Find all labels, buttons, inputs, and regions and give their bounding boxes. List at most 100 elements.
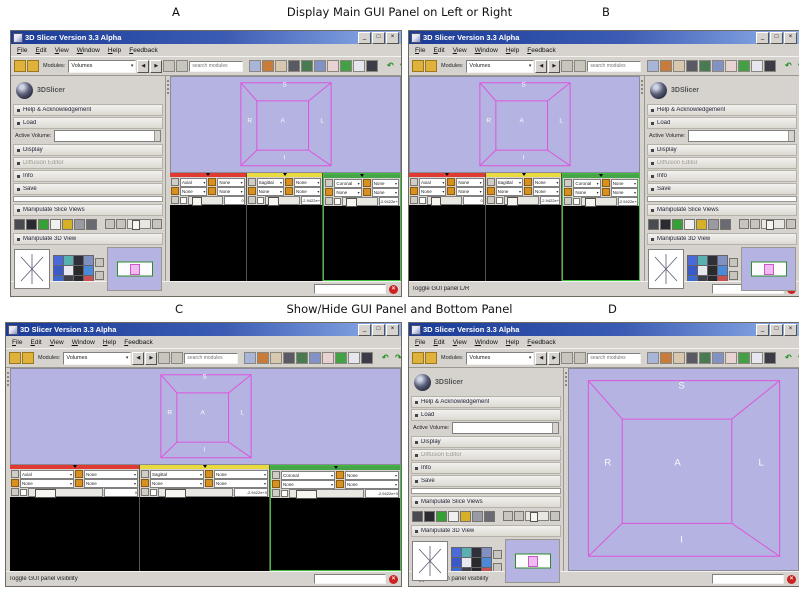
window-titlebar[interactable]: 3D Slicer Version 3.3 Alpha _ □ × bbox=[6, 323, 401, 336]
slice-offset-value[interactable]: 0 bbox=[224, 196, 244, 205]
menu-help[interactable]: Help bbox=[104, 47, 125, 54]
slice-offset-value[interactable]: -2.9422e+0 bbox=[379, 197, 399, 206]
section-help-acknowledgement[interactable]: Help & Acknowledgement bbox=[13, 104, 163, 116]
3d-view[interactable]: S R A L I bbox=[568, 368, 799, 571]
minimize-button[interactable]: _ bbox=[756, 32, 769, 44]
slice-labels-icon[interactable] bbox=[460, 511, 471, 522]
label-dropdown[interactable]: None▾ bbox=[419, 187, 446, 196]
label-layer-icon[interactable] bbox=[272, 480, 280, 488]
menu-help[interactable]: Help bbox=[502, 339, 523, 346]
colors-module-icon[interactable] bbox=[738, 352, 750, 364]
redo-icon[interactable]: ↷ bbox=[795, 352, 799, 364]
module-back-button[interactable]: ◀ bbox=[132, 352, 144, 365]
maximize-button[interactable]: □ bbox=[372, 324, 385, 336]
link-slices-icon[interactable] bbox=[171, 196, 179, 204]
slider-thumb[interactable] bbox=[132, 220, 140, 230]
crosshair-icon[interactable] bbox=[38, 219, 49, 230]
section-manipulate-3d-view[interactable]: Manipulate 3D View bbox=[647, 233, 797, 245]
layout-select-icon[interactable] bbox=[574, 352, 586, 364]
slice-offset-slider[interactable] bbox=[28, 488, 103, 497]
slice-menu-icon[interactable] bbox=[141, 470, 149, 478]
foreground-dropdown[interactable]: None▾ bbox=[217, 178, 244, 187]
search-modules-icon[interactable] bbox=[249, 60, 261, 72]
3d-view[interactable]: S R A L I bbox=[170, 76, 401, 173]
section-display[interactable]: Display bbox=[647, 144, 797, 156]
module-next-button[interactable]: ▶ bbox=[150, 60, 162, 73]
background-layer-icon[interactable] bbox=[205, 479, 213, 487]
foreground-layer-icon[interactable] bbox=[285, 178, 293, 186]
menu-edit[interactable]: Edit bbox=[430, 47, 449, 54]
menu-feedback[interactable]: Feedback bbox=[120, 339, 157, 346]
navigation-preview[interactable] bbox=[505, 539, 560, 583]
menu-window[interactable]: Window bbox=[471, 47, 502, 54]
slice-fade-slider[interactable] bbox=[761, 219, 785, 229]
modules-dropdown[interactable]: Volumes ▾ bbox=[466, 352, 534, 365]
layout-select-icon[interactable] bbox=[171, 352, 183, 364]
slice-compositing-icon[interactable] bbox=[86, 219, 97, 230]
modules-dropdown[interactable]: Volumes ▾ bbox=[466, 60, 534, 73]
slice-color-bar-red[interactable] bbox=[409, 173, 485, 177]
slider-thumb[interactable] bbox=[268, 197, 279, 206]
view-axis-widget[interactable] bbox=[648, 249, 684, 289]
modules-dropdown[interactable]: Volumes ▾ bbox=[68, 60, 136, 73]
slice-render-area-green[interactable] bbox=[563, 206, 639, 280]
section-diffusion-editor[interactable]: Diffusion Editor bbox=[13, 157, 163, 169]
slice-render-area-yellow[interactable] bbox=[140, 497, 269, 571]
foreground-layer-icon[interactable] bbox=[336, 471, 344, 479]
module-back-button[interactable]: ◀ bbox=[137, 60, 149, 73]
orientation-dropdown[interactable]: Coronal▾ bbox=[334, 179, 361, 188]
fiducials-module-icon[interactable] bbox=[725, 60, 737, 72]
label-dropdown[interactable]: None▾ bbox=[334, 188, 361, 197]
slice-compositing-icon[interactable] bbox=[720, 219, 731, 230]
slice-grid-icon[interactable] bbox=[472, 511, 483, 522]
label-layer-icon[interactable] bbox=[248, 187, 256, 195]
section-info[interactable]: Info bbox=[13, 170, 163, 182]
slice-offset-slider[interactable] bbox=[581, 197, 616, 206]
transforms-module-icon[interactable] bbox=[314, 60, 326, 72]
background-layer-icon[interactable] bbox=[524, 187, 532, 195]
slice-visibility-checkbox[interactable] bbox=[573, 198, 580, 205]
menu-file[interactable]: File bbox=[411, 47, 430, 54]
3d-view[interactable]: S R A L I bbox=[409, 76, 640, 173]
redo-icon[interactable]: ↷ bbox=[392, 352, 402, 364]
link-slices-icon[interactable] bbox=[11, 488, 19, 496]
slider-thumb[interactable] bbox=[346, 198, 357, 207]
menu-edit[interactable]: Edit bbox=[27, 339, 46, 346]
fade-icon[interactable] bbox=[739, 219, 749, 229]
transforms-module-icon[interactable] bbox=[309, 352, 321, 364]
slice-render-area-yellow[interactable] bbox=[247, 205, 323, 281]
background-dropdown[interactable]: None▾ bbox=[372, 188, 399, 197]
slice-spaces-icon[interactable] bbox=[50, 219, 61, 230]
section-manipulate-slice-views[interactable]: Manipulate Slice Views bbox=[411, 496, 561, 508]
section-save[interactable]: Save bbox=[647, 183, 797, 195]
section-diffusion-editor[interactable]: Diffusion Editor bbox=[647, 157, 797, 169]
slice-visibility-checkbox[interactable] bbox=[180, 197, 187, 204]
section-manipulate-3d-view[interactable]: Manipulate 3D View bbox=[411, 525, 561, 537]
close-button[interactable]: × bbox=[386, 32, 399, 44]
background-layer-icon[interactable] bbox=[75, 479, 83, 487]
label-dropdown[interactable]: None▾ bbox=[20, 479, 74, 488]
section-load[interactable]: Load bbox=[13, 117, 163, 129]
menu-edit[interactable]: Edit bbox=[430, 339, 449, 346]
section-save[interactable]: Save bbox=[13, 183, 163, 195]
label-dropdown[interactable]: None▾ bbox=[150, 479, 204, 488]
slice-color-bar-green[interactable] bbox=[324, 174, 400, 178]
foreground-dropdown[interactable]: None▾ bbox=[345, 471, 399, 480]
link-slices-icon[interactable] bbox=[248, 196, 256, 204]
slider-thumb[interactable] bbox=[35, 489, 56, 498]
section-help-acknowledgement[interactable]: Help & Acknowledgement bbox=[411, 396, 561, 408]
colors-module-icon[interactable] bbox=[738, 60, 750, 72]
background-layer-icon[interactable] bbox=[602, 188, 610, 196]
save-scene-icon[interactable] bbox=[425, 352, 437, 364]
slice-compositing-icon[interactable] bbox=[484, 511, 495, 522]
view-axis-widget[interactable] bbox=[14, 249, 50, 289]
colors-module-icon[interactable] bbox=[340, 60, 352, 72]
menu-feedback[interactable]: Feedback bbox=[125, 47, 162, 54]
fade-icon[interactable] bbox=[105, 219, 115, 229]
home-module-icon[interactable] bbox=[660, 60, 672, 72]
maximize-button[interactable]: □ bbox=[770, 32, 783, 44]
transforms-module-icon[interactable] bbox=[712, 352, 724, 364]
visibility-toggle-icon[interactable] bbox=[95, 258, 104, 267]
module-search-input[interactable] bbox=[587, 353, 641, 364]
slice-offset-value[interactable]: -2.9422e+0 bbox=[234, 488, 268, 497]
